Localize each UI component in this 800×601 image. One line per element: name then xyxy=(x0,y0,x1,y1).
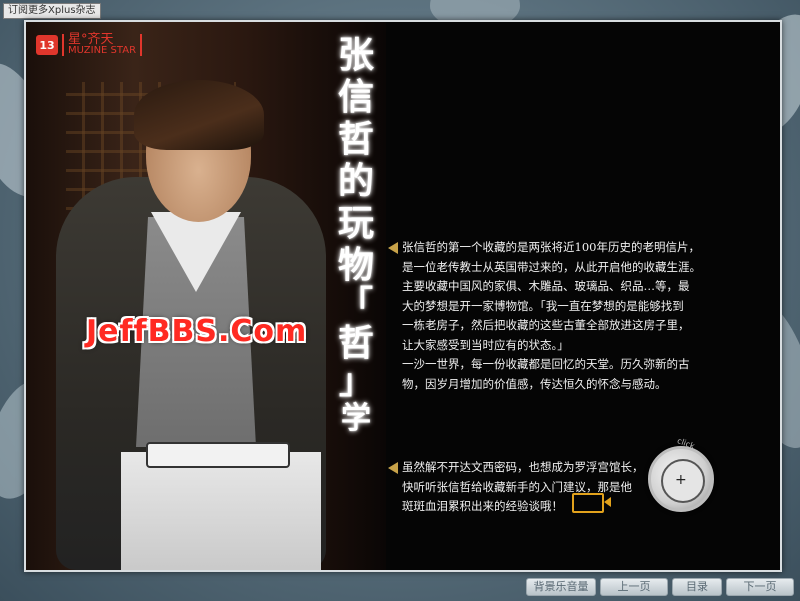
prev-page-button[interactable]: 上一页 xyxy=(600,578,668,596)
paragraph-line: 让大家感受到当时应有的状态。」 xyxy=(402,337,569,352)
paragraph-line: 斑斑血泪累积出来的经验谈哦！ xyxy=(402,499,563,513)
belt xyxy=(146,442,290,468)
title-char: 信 xyxy=(337,76,374,118)
paragraph-line: 虽然解不开达文西密码，也想成为罗浮宫馆长， xyxy=(402,460,644,474)
issue-number: 13 xyxy=(36,35,58,55)
title-char: 「 xyxy=(339,284,373,324)
title-char: 张 xyxy=(337,34,374,76)
title-char: 玩 xyxy=(337,202,374,244)
paragraph-line: 一栋老房子，然后把收藏的这些古董全部放进这房子里， xyxy=(402,318,690,332)
paragraph-line: 是一位老传教士从英国带过来的，从此开启他的收藏生涯。 xyxy=(402,259,701,274)
paragraph-line: 主要收藏中国风的家俱、木雕品、玻璃品、织品…等，最 xyxy=(402,279,690,293)
brand-en: MUZINE STAR xyxy=(68,45,137,56)
hair xyxy=(134,80,264,150)
pants xyxy=(121,452,321,570)
toc-button[interactable]: 目录 xyxy=(672,578,722,596)
title-char: 哲 xyxy=(337,322,374,364)
watermark: JeffBBS.Com xyxy=(86,314,308,349)
paragraph-line: 物，因岁月增加的价值感，传达恒久的怀念与感动。 xyxy=(402,376,667,391)
paragraph-line: 大的梦想是开一家博物馆。「我一直在梦想的是能够找到 xyxy=(402,298,684,313)
article-paragraph: 张信哲的第一个收藏的是两张将近100年历史的老明信片， 是一位老传教士从英国带过… xyxy=(402,238,737,394)
next-page-button[interactable]: 下一页 xyxy=(726,578,794,596)
music-volume-button[interactable]: 背景乐音量 xyxy=(526,578,596,596)
video-camera-icon[interactable] xyxy=(572,493,611,513)
title-char: 学 xyxy=(341,401,371,436)
paragraph-line: 一沙一世界，每一份收藏都是回忆的天堂。历久弥新的古 xyxy=(402,357,690,371)
subscribe-link[interactable]: 订阅更多Xplus杂志 xyxy=(3,3,101,19)
title-char: 」 xyxy=(339,362,373,402)
magazine-page: 13 星°齐天 MUZINE STAR JeffBBS.Com 张 信 哲 的 … xyxy=(24,20,782,572)
brand-cn: 星°齐天 xyxy=(68,32,114,47)
paragraph-line: 快听听张信哲给收藏新手的入门建议，那是他 xyxy=(402,479,632,494)
magazine-logo: 13 星°齐天 MUZINE STAR xyxy=(36,32,143,56)
teaser-paragraph: 虽然解不开达文西密码，也想成为罗浮宫馆长， 快听听张信哲给收藏新手的入门建议，那… xyxy=(402,458,662,517)
paragraph-line: 张信哲的第一个收藏的是两张将近100年历史的老明信片， xyxy=(402,240,700,254)
brand-mark: 星°齐天 MUZINE STAR xyxy=(62,32,143,56)
page-title: 张 信 哲 的 玩 物 「 哲 」 学 xyxy=(326,34,386,438)
title-char: 的 xyxy=(337,160,374,202)
crosshair-icon: + xyxy=(675,472,687,488)
bullet-arrow-icon xyxy=(388,462,398,474)
title-char: 哲 xyxy=(337,118,374,160)
title-char: 物 xyxy=(337,244,374,286)
bullet-arrow-icon xyxy=(388,242,398,254)
magnifier-click-button[interactable]: + xyxy=(648,446,714,512)
